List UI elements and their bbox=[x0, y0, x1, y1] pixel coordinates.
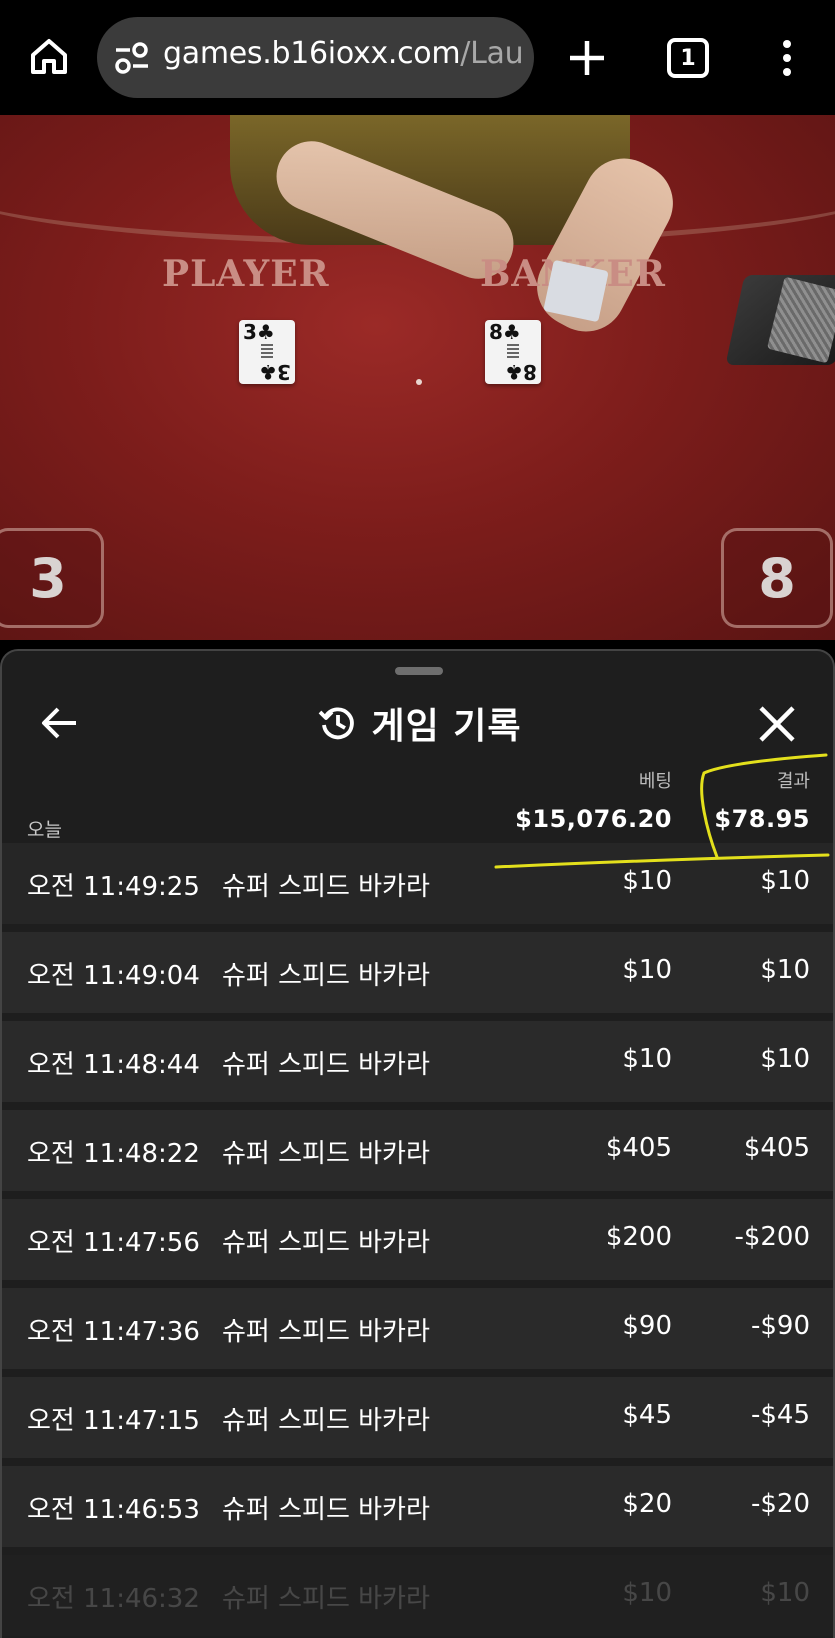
row-time: 오전 11:46:53 bbox=[27, 1495, 200, 1525]
row-time: 오전 11:47:56 bbox=[27, 1228, 200, 1258]
row-result: $10 bbox=[760, 955, 810, 985]
row-bet: $90 bbox=[622, 1311, 672, 1341]
bet-label: 베팅 bbox=[638, 771, 672, 792]
row-time: 오전 11:49:25 bbox=[27, 872, 200, 902]
summary-row: 오늘 베팅 $15,076.20 결과 $78.95 bbox=[2, 761, 833, 853]
row-game-name: 슈퍼 스피드 바카라 bbox=[222, 1050, 430, 1080]
url-path: /Lau bbox=[460, 36, 524, 71]
panel-title-wrap: 게임 기록 bbox=[2, 697, 833, 749]
player-card: 3♣ 3♣ bbox=[239, 320, 295, 384]
history-row[interactable]: 오전 11:47:56 슈퍼 스피드 바카라 $200 -$200 bbox=[2, 1199, 833, 1280]
row-time: 오전 11:48:44 bbox=[27, 1050, 200, 1080]
history-row[interactable]: 오전 11:46:53 슈퍼 스피드 바카라 $20 -$20 bbox=[2, 1466, 833, 1547]
banker-score: 8 bbox=[721, 528, 833, 628]
row-game-name: 슈퍼 스피드 바카라 bbox=[222, 1139, 430, 1169]
home-icon[interactable] bbox=[26, 33, 72, 79]
history-row[interactable]: 오전 11:48:22 슈퍼 스피드 바카라 $405 $405 bbox=[2, 1110, 833, 1191]
row-result: -$200 bbox=[734, 1222, 810, 1252]
row-time: 오전 11:47:15 bbox=[27, 1406, 200, 1436]
row-game-name: 슈퍼 스피드 바카라 bbox=[222, 1406, 430, 1436]
bet-total: $15,076.20 bbox=[515, 805, 672, 833]
result-summary: 결과 $78.95 bbox=[714, 761, 810, 833]
more-vert-icon[interactable] bbox=[770, 36, 804, 80]
row-game-name: 슈퍼 스피드 바카라 bbox=[222, 1228, 430, 1258]
row-game-name: 슈퍼 스피드 바카라 bbox=[222, 961, 430, 991]
held-card bbox=[543, 259, 609, 323]
row-bet: $200 bbox=[605, 1222, 672, 1252]
row-game-name: 슈퍼 스피드 바카라 bbox=[222, 1495, 430, 1525]
banker-card: 8♣ 8♣ bbox=[485, 320, 541, 384]
period-label: 오늘 bbox=[27, 819, 62, 841]
row-bet: $45 bbox=[622, 1400, 672, 1430]
drag-handle[interactable] bbox=[395, 667, 443, 675]
address-bar[interactable]: games.b16ioxx.com/Lau bbox=[97, 17, 534, 98]
site-settings-icon[interactable] bbox=[114, 41, 150, 75]
history-row[interactable]: 오전 11:48:44 슈퍼 스피드 바카라 $10 $10 bbox=[2, 1021, 833, 1102]
row-result: $405 bbox=[743, 1133, 810, 1163]
browser-toolbar: games.b16ioxx.com/Lau 1 bbox=[0, 0, 835, 115]
row-result: -$45 bbox=[750, 1400, 810, 1430]
close-icon[interactable] bbox=[756, 703, 798, 745]
panel-title: 게임 기록 bbox=[371, 706, 522, 747]
history-icon bbox=[319, 707, 355, 740]
row-bet: $10 bbox=[622, 955, 672, 985]
player-score: 3 bbox=[0, 528, 104, 628]
tab-count: 1 bbox=[680, 45, 696, 71]
history-list: 오전 11:49:25 슈퍼 스피드 바카라 $10 $10 오전 11:49:04 슈퍼… bbox=[2, 843, 833, 1638]
row-bet: $10 bbox=[622, 1044, 672, 1074]
row-bet: $405 bbox=[605, 1133, 672, 1163]
row-bet: $10 bbox=[622, 866, 672, 896]
game-history-panel: 게임 기록 오늘 베팅 $15,076.20 결과 $78.95 오전 11:4… bbox=[0, 649, 835, 1638]
row-game-name: 슈퍼 스피드 바카라 bbox=[222, 872, 430, 902]
tabs-icon[interactable]: 1 bbox=[667, 38, 709, 78]
history-row[interactable]: 오전 11:49:04 슈퍼 스피드 바카라 $10 $10 bbox=[2, 932, 833, 1013]
bet-summary: 베팅 $15,076.20 bbox=[515, 761, 672, 833]
table-dot bbox=[416, 379, 422, 385]
row-result: -$20 bbox=[750, 1489, 810, 1519]
history-row[interactable]: 오전 11:49:25 슈퍼 스피드 바카라 $10 $10 bbox=[2, 843, 833, 924]
panel-header: 게임 기록 bbox=[2, 691, 833, 761]
live-video: PLAYER BANKER 3♣ 3♣ 8♣ 8♣ 3 8 bbox=[0, 115, 835, 640]
history-row[interactable]: 오전 11:46:32 슈퍼 스피드 바카라 $10 $10 bbox=[2, 1555, 833, 1636]
row-result: $10 bbox=[760, 1578, 810, 1608]
row-bet: $10 bbox=[622, 1578, 672, 1608]
row-bet: $20 bbox=[622, 1489, 672, 1519]
plus-icon[interactable] bbox=[565, 36, 609, 80]
row-game-name: 슈퍼 스피드 바카라 bbox=[222, 1584, 430, 1614]
row-result: $10 bbox=[760, 1044, 810, 1074]
result-total: $78.95 bbox=[714, 805, 810, 833]
history-row[interactable]: 오전 11:47:15 슈퍼 스피드 바카라 $45 -$45 bbox=[2, 1377, 833, 1458]
url-text: games.b16ioxx.com/Lau bbox=[163, 36, 524, 71]
row-time: 오전 11:49:04 bbox=[27, 961, 200, 991]
row-game-name: 슈퍼 스피드 바카라 bbox=[222, 1317, 430, 1347]
result-label: 결과 bbox=[776, 771, 810, 792]
row-result: -$90 bbox=[750, 1311, 810, 1341]
row-time: 오전 11:46:32 bbox=[27, 1584, 200, 1614]
history-row[interactable]: 오전 11:47:36 슈퍼 스피드 바카라 $90 -$90 bbox=[2, 1288, 833, 1369]
row-time: 오전 11:47:36 bbox=[27, 1317, 200, 1347]
row-time: 오전 11:48:22 bbox=[27, 1139, 200, 1169]
url-host: games.b16ioxx.com bbox=[163, 36, 461, 71]
player-label: PLAYER bbox=[162, 253, 330, 295]
row-result: $10 bbox=[760, 866, 810, 896]
